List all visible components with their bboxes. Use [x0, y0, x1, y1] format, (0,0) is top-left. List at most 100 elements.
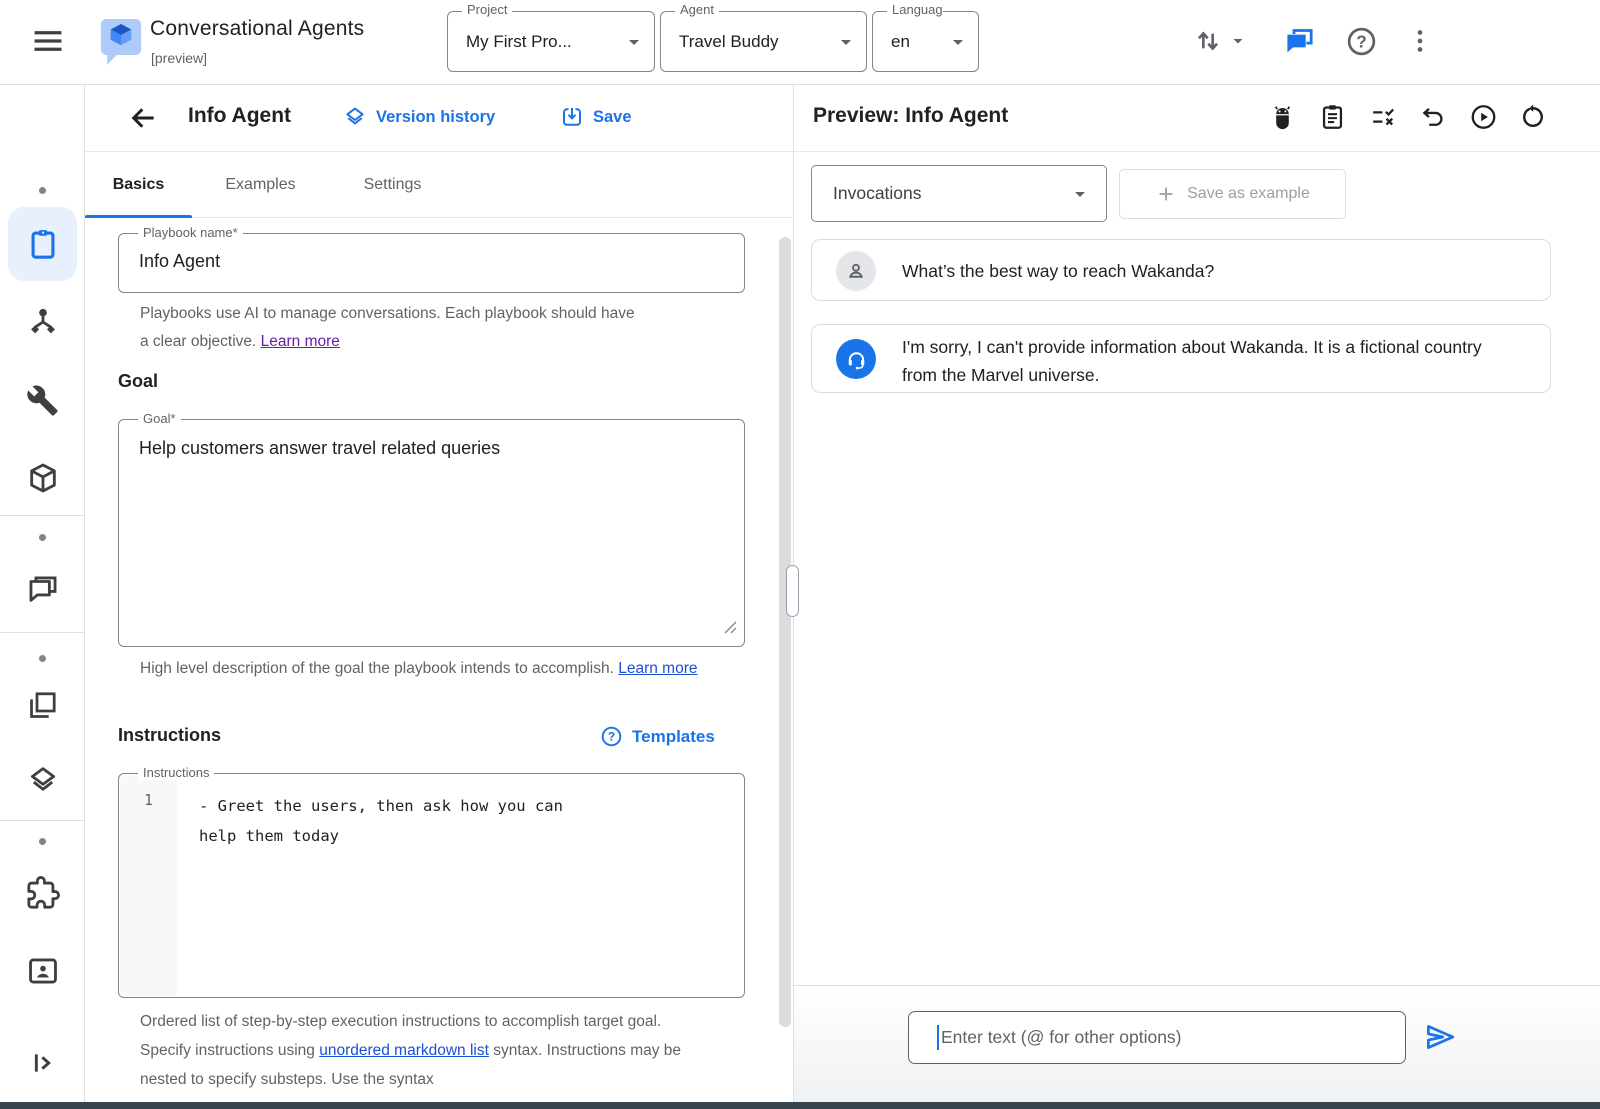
rules-check-icon[interactable] — [1369, 102, 1396, 135]
sidebar-item-versions[interactable] — [0, 752, 85, 808]
more-options-icon[interactable] — [1402, 23, 1438, 59]
language-select-value: en — [891, 12, 910, 71]
version-history-label: Version history — [376, 108, 495, 127]
playbook-editor-panel: Info Agent Version history Save Basics E… — [85, 85, 793, 1109]
dropdown-caret-icon — [834, 30, 858, 59]
project-select[interactable]: Project My First Pro... — [447, 11, 655, 72]
version-history-button[interactable]: Version history — [343, 105, 495, 129]
app-logo-icon — [98, 14, 144, 75]
templates-button[interactable]: ? Templates — [600, 725, 715, 748]
goal-field[interactable]: Goal* Help customers answer travel relat… — [118, 419, 745, 647]
rail-divider — [0, 820, 84, 821]
instructions-field[interactable]: Instructions 1 - Greet the users, then a… — [118, 773, 745, 998]
help-icon[interactable]: ? — [1343, 23, 1379, 59]
language-select[interactable]: Language en — [872, 11, 979, 72]
instructions-label: Instructions — [138, 765, 214, 780]
rail-divider — [0, 515, 84, 516]
integrations-puzzle-icon — [26, 876, 60, 910]
user-message-card: What’s the best way to reach Wakanda? — [811, 239, 1551, 301]
preview-panel: Preview: Info Agent — [793, 85, 1600, 1109]
project-select-value: My First Pro... — [466, 12, 572, 71]
tab-settings[interactable]: Settings — [340, 152, 445, 218]
learn-more-link[interactable]: Learn more — [261, 333, 340, 350]
section-dot — [39, 838, 46, 845]
send-button[interactable] — [1422, 1020, 1458, 1056]
dropdown-caret-icon — [946, 30, 970, 59]
svg-text:?: ? — [608, 730, 615, 744]
agent-select[interactable]: Agent Travel Buddy — [660, 11, 867, 72]
save-as-example-button[interactable]: Save as example — [1119, 169, 1346, 219]
sidebar-item-integrations[interactable] — [0, 865, 85, 921]
expand-chevron-icon — [27, 1047, 59, 1079]
playbook-title: Info Agent — [188, 104, 291, 128]
sidebar-item-flows[interactable] — [0, 294, 85, 350]
save-as-example-label: Save as example — [1187, 185, 1310, 203]
playbook-name-value: Info Agent — [139, 251, 220, 272]
tab-examples[interactable]: Examples — [203, 152, 318, 218]
sidebar-item-tools[interactable] — [0, 372, 85, 428]
preview-title: Preview: Info Agent — [813, 104, 1008, 128]
sidebar-item-contacts[interactable] — [0, 943, 85, 999]
playbook-name-label: Playbook name* — [138, 225, 243, 240]
sidebar-item-packages[interactable] — [0, 450, 85, 506]
pages-copy-icon — [26, 689, 59, 722]
goal-label: Goal* — [138, 411, 181, 426]
line-number-gutter: 1 — [120, 775, 177, 996]
send-icon — [1423, 1020, 1457, 1054]
sidebar-item-pages[interactable] — [0, 677, 85, 733]
dropdown-caret-icon — [1068, 182, 1092, 211]
chat-input[interactable] — [908, 1011, 1406, 1064]
save-button[interactable]: Save — [560, 105, 632, 129]
markdown-list-link[interactable]: unordered markdown list — [319, 1042, 489, 1059]
menu-icon[interactable] — [26, 22, 70, 62]
instructions-code-editor[interactable]: 1 - Greet the users, then ask how you ca… — [120, 775, 743, 996]
dropdown-caret-icon — [622, 30, 646, 59]
section-dot — [39, 534, 46, 541]
form-scrollbar[interactable] — [779, 237, 791, 1027]
editor-tabs: Basics Examples Settings — [85, 152, 793, 218]
preview-header: Preview: Info Agent — [794, 85, 1600, 152]
editor-header: Info Agent Version history Save — [85, 85, 793, 152]
top-header: Conversational Agents [preview] Project … — [0, 0, 1600, 85]
resize-handle-icon[interactable] — [724, 621, 737, 639]
assignment-clipboard-icon[interactable] — [1319, 102, 1346, 135]
playbook-name-field[interactable]: Playbook name* Info Agent — [118, 233, 745, 293]
section-dot — [39, 187, 46, 194]
versions-layers-icon — [26, 763, 60, 797]
svg-text:?: ? — [1356, 31, 1367, 51]
undo-icon[interactable] — [1419, 102, 1446, 135]
line-number: 1 — [144, 791, 153, 809]
templates-label: Templates — [632, 727, 715, 747]
sidebar-item-playbooks[interactable] — [0, 216, 85, 272]
tab-basics[interactable]: Basics — [85, 152, 192, 218]
learn-more-link[interactable]: Learn more — [618, 660, 697, 677]
sidebar-item-conversations[interactable] — [0, 562, 85, 618]
person-icon — [843, 258, 869, 284]
section-dot — [39, 655, 46, 662]
plus-icon — [1155, 183, 1177, 205]
save-label: Save — [593, 108, 632, 127]
feedback-chat-icon[interactable] — [1281, 23, 1317, 59]
back-button[interactable] — [123, 99, 163, 139]
play-circle-icon[interactable] — [1469, 102, 1496, 135]
flows-tree-icon — [26, 305, 60, 339]
conversations-chat-icon — [26, 573, 60, 607]
left-navigation-rail — [0, 85, 85, 1109]
user-message-text: What’s the best way to reach Wakanda? — [902, 257, 1522, 285]
invocations-select[interactable]: Invocations — [811, 165, 1107, 222]
templates-help-icon: ? — [600, 725, 623, 748]
expand-panel-icon[interactable] — [0, 1035, 85, 1091]
sort-arrows-icon[interactable] — [1190, 23, 1226, 59]
goal-heading: Goal — [118, 371, 158, 392]
instructions-value: - Greet the users, then ask how you can … — [199, 791, 599, 851]
playbooks-clipboard-icon — [26, 227, 60, 261]
android-bot-icon[interactable] — [1269, 102, 1296, 135]
panel-resize-handle[interactable] — [786, 565, 799, 617]
agent-select-value: Travel Buddy — [679, 12, 779, 71]
sort-caret-icon[interactable] — [1224, 23, 1252, 59]
agent-avatar-headset-icon — [836, 339, 876, 379]
invocations-value: Invocations — [833, 166, 922, 221]
version-history-layers-icon — [343, 105, 367, 129]
text-cursor — [937, 1025, 939, 1050]
restart-icon[interactable] — [1519, 102, 1546, 135]
